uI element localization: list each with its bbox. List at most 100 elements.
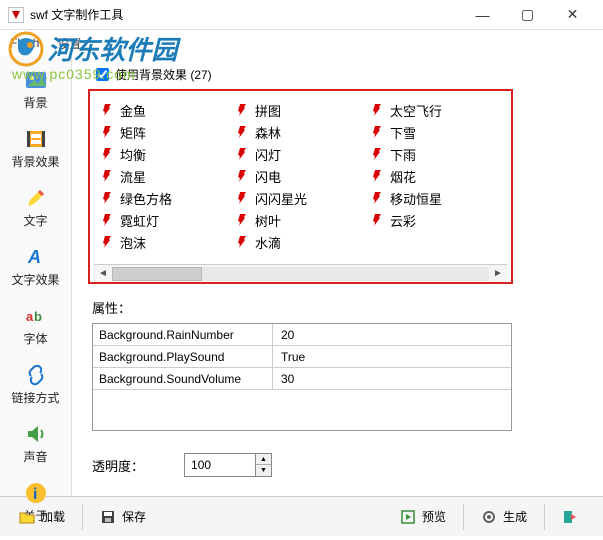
scroll-thumb[interactable] xyxy=(112,267,202,281)
effect-item[interactable]: 霓虹灯 xyxy=(100,209,231,231)
property-key: Background.RainNumber xyxy=(93,324,273,345)
opacity-input[interactable] xyxy=(185,454,255,476)
sidebar-item-link[interactable]: 链接方式 xyxy=(5,359,67,410)
scroll-left-button[interactable]: ◄ xyxy=(94,268,112,279)
use-bgeffect-label: 使用背景效果 (27) xyxy=(115,66,212,83)
effect-item[interactable]: 下雪 xyxy=(370,121,501,143)
scroll-right-button[interactable]: ► xyxy=(489,268,507,279)
sidebar-item-font[interactable]: ab 字体 xyxy=(5,300,67,351)
effect-item[interactable]: 下雨 xyxy=(370,143,501,165)
app-icon xyxy=(8,7,24,23)
svg-text:A: A xyxy=(27,247,41,267)
horizontal-scrollbar[interactable]: ◄ ► xyxy=(94,264,507,282)
sidebar-item-text[interactable]: 文字 xyxy=(5,182,67,233)
sidebar-item-bgeffect[interactable]: 背景效果 xyxy=(5,123,67,174)
gear-icon xyxy=(481,509,497,525)
property-row[interactable]: Background.RainNumber 20 xyxy=(93,324,511,346)
property-value[interactable]: 20 xyxy=(273,328,511,342)
save-button[interactable]: 保存 xyxy=(91,503,155,530)
effect-item[interactable]: 云彩 xyxy=(370,209,501,231)
save-label: 保存 xyxy=(122,508,146,525)
effect-item[interactable]: 闪闪星光 xyxy=(235,187,366,209)
font-icon: ab xyxy=(24,304,48,328)
effect-item[interactable]: 水滴 xyxy=(235,231,366,253)
menu-settings[interactable]: 设置 xyxy=(57,35,81,52)
use-bgeffect-checkbox[interactable] xyxy=(96,68,109,81)
property-value[interactable]: True xyxy=(273,350,511,364)
spin-down-button[interactable]: ▼ xyxy=(256,465,271,476)
opacity-label: 透明度： xyxy=(92,456,144,475)
effect-label: 闪灯 xyxy=(255,145,281,164)
flash-icon xyxy=(100,191,114,205)
effect-label: 闪电 xyxy=(255,167,281,186)
opacity-row: 透明度： ▲ ▼ xyxy=(92,453,589,477)
preview-button[interactable]: 预览 xyxy=(391,503,455,530)
effect-label: 水滴 xyxy=(255,233,281,252)
separator xyxy=(82,504,83,530)
effect-label: 霓虹灯 xyxy=(120,211,159,230)
svg-text:b: b xyxy=(34,309,42,324)
effect-label: 移动恒星 xyxy=(390,189,442,208)
effect-item[interactable]: 流星 xyxy=(100,165,231,187)
minimize-button[interactable]: — xyxy=(460,0,505,30)
sidebar-label: 文字 xyxy=(5,212,67,229)
effects-grid: 金鱼 拼图 太空飞行矩阵森林下雪均衡 闪灯 下雨流星 闪电 烟花绿色方格 闪闪星光 移动恒星霓虹… xyxy=(94,97,507,264)
flash-icon xyxy=(235,125,249,139)
separator xyxy=(544,504,545,530)
effects-list-box: 金鱼 拼图 太空飞行矩阵森林下雪均衡 闪灯 下雨流星 闪电 烟花绿色方格 闪闪星光 移动恒星霓虹… xyxy=(88,89,513,284)
effect-item[interactable]: 太空飞行 xyxy=(370,99,501,121)
effect-item[interactable]: 泡沫 xyxy=(100,231,231,253)
sidebar-item-texteffect[interactable]: A 文字效果 xyxy=(5,241,67,292)
flash-icon xyxy=(370,125,384,139)
property-value[interactable]: 30 xyxy=(273,372,511,386)
maximize-button[interactable]: ▢ xyxy=(505,0,550,30)
flash-icon xyxy=(100,103,114,117)
property-row[interactable]: Background.SoundVolume 30 xyxy=(93,368,511,390)
effect-label: 闪闪星光 xyxy=(255,189,307,208)
preview-icon xyxy=(400,509,416,525)
window-title: swf 文字制作工具 xyxy=(30,6,460,23)
effect-item[interactable]: 矩阵 xyxy=(100,121,231,143)
spin-up-button[interactable]: ▲ xyxy=(256,454,271,465)
effect-item[interactable]: 闪灯 xyxy=(235,143,366,165)
opacity-spinner[interactable]: ▲ ▼ xyxy=(184,453,272,477)
effect-label: 流星 xyxy=(120,167,146,186)
effect-item[interactable]: 拼图 xyxy=(235,99,366,121)
effect-item[interactable]: 树叶 xyxy=(235,209,366,231)
film-icon xyxy=(24,127,48,151)
flash-icon xyxy=(235,169,249,183)
load-button[interactable]: 加载 xyxy=(10,503,74,530)
flash-icon xyxy=(235,103,249,117)
effect-item[interactable]: 移动恒星 xyxy=(370,187,501,209)
menu-flash[interactable]: Flash xyxy=(10,36,39,50)
flash-icon xyxy=(370,213,384,227)
effect-item[interactable]: 烟花 xyxy=(370,165,501,187)
effect-item[interactable] xyxy=(370,231,501,253)
preview-label: 预览 xyxy=(422,508,446,525)
effect-item[interactable]: 金鱼 xyxy=(100,99,231,121)
flash-icon xyxy=(370,103,384,117)
flash-icon xyxy=(100,169,114,183)
footer-toolbar: 加载 保存 预览 生成 xyxy=(0,496,603,536)
sidebar-label: 声音 xyxy=(5,448,67,465)
folder-open-icon xyxy=(19,509,35,525)
effect-label: 泡沫 xyxy=(120,233,146,252)
flash-icon xyxy=(235,213,249,227)
effect-item[interactable]: 森林 xyxy=(235,121,366,143)
effect-item[interactable]: 闪电 xyxy=(235,165,366,187)
flash-icon xyxy=(370,191,384,205)
menubar: Flash 设置 xyxy=(0,30,603,56)
svg-text:i: i xyxy=(33,486,37,503)
property-row[interactable]: Background.PlaySound True xyxy=(93,346,511,368)
separator xyxy=(463,504,464,530)
close-button[interactable]: ✕ xyxy=(550,0,595,30)
effect-item[interactable]: 均衡 xyxy=(100,143,231,165)
effect-label: 拼图 xyxy=(255,101,281,120)
effect-item[interactable]: 绿色方格 xyxy=(100,187,231,209)
exit-button[interactable] xyxy=(553,504,593,530)
sidebar-item-background[interactable]: 背景 xyxy=(5,64,67,115)
scroll-track[interactable] xyxy=(112,267,489,281)
generate-button[interactable]: 生成 xyxy=(472,503,536,530)
sidebar-item-sound[interactable]: 声音 xyxy=(5,418,67,469)
load-label: 加载 xyxy=(41,508,65,525)
